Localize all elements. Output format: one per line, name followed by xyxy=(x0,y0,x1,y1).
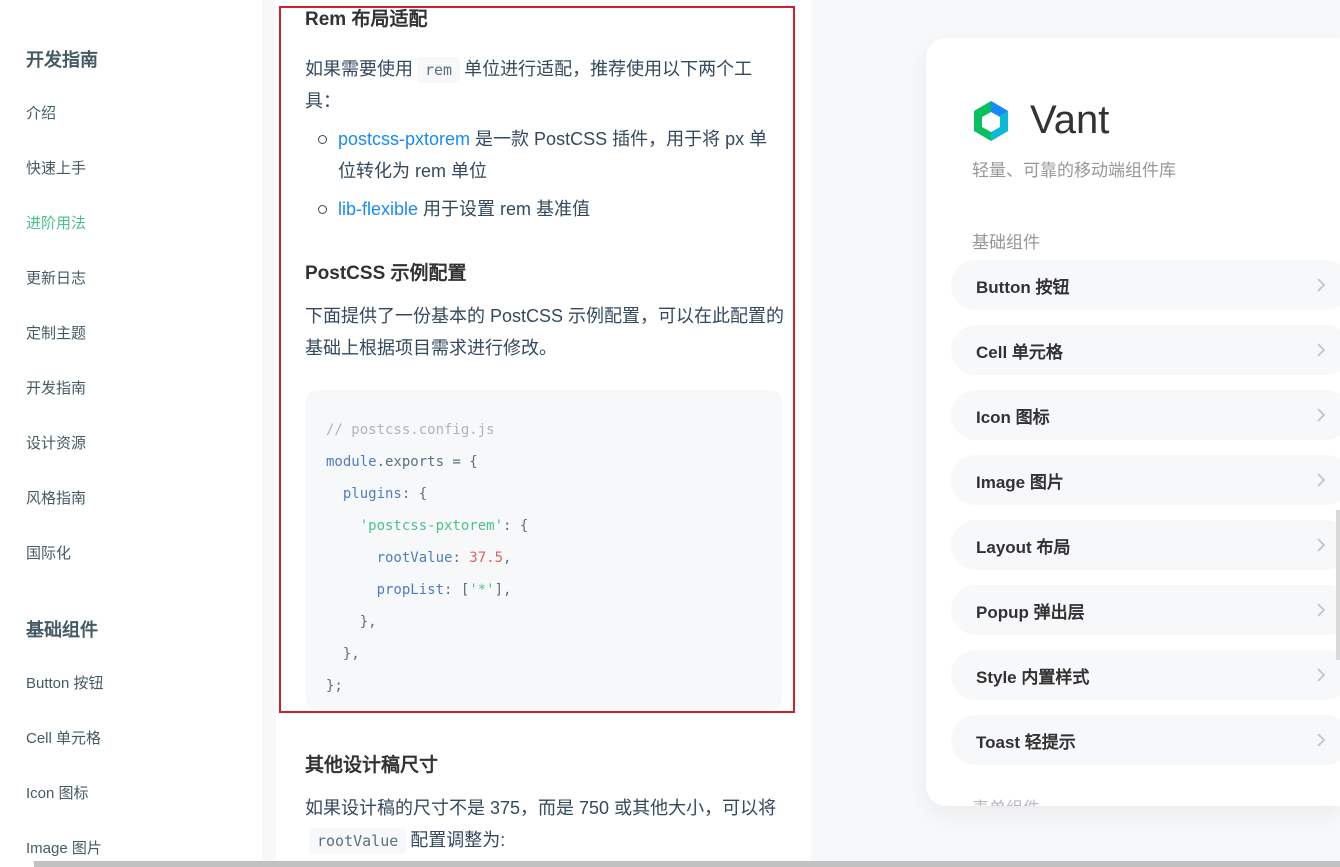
brand-header: Vant xyxy=(972,98,1109,143)
code-token: 37.5 xyxy=(469,550,504,566)
code-token: }, xyxy=(359,614,377,630)
chevron-right-icon xyxy=(1317,538,1326,552)
heading-other-sizes: 其他设计稿尺寸 xyxy=(305,755,439,776)
heading-postcss-config: PostCSS 示例配置 xyxy=(305,263,467,284)
chevron-right-icon xyxy=(1317,603,1326,617)
nav-item-intro[interactable]: 介绍 xyxy=(26,102,56,123)
text: 用于设置 rem 基准值 xyxy=(418,199,591,219)
paragraph-postcss-desc: 下面提供了一份基本的 PostCSS 示例配置，可以在此配置的基础上根据项目需求… xyxy=(305,306,785,358)
sim-item-layout[interactable]: Layout 布局 xyxy=(951,520,1340,570)
sim-item-label: Popup 弹出层 xyxy=(976,602,1085,622)
mobile-simulator: Vant 轻量、可靠的移动端组件库 基础组件 Button 按钮 Cell 单元… xyxy=(926,38,1340,806)
nav-item-icon[interactable]: Icon 图标 xyxy=(26,782,89,803)
code-token: : [ xyxy=(444,582,470,598)
sim-item-label: Icon 图标 xyxy=(976,407,1050,427)
code-token: module xyxy=(326,454,377,470)
nav-group-dev-guide: 开发指南 xyxy=(26,50,98,70)
code-token: rootValue xyxy=(376,550,453,566)
nav-item-theme[interactable]: 定制主题 xyxy=(26,322,86,343)
sim-item-style[interactable]: Style 内置样式 xyxy=(951,650,1340,700)
nav-item-button[interactable]: Button 按钮 xyxy=(26,672,104,693)
code-token: .exports = { xyxy=(376,454,478,470)
inline-code-rem: rem xyxy=(417,57,461,83)
sim-item-icon[interactable]: Icon 图标 xyxy=(951,390,1340,440)
nav-item-style-guide[interactable]: 风格指南 xyxy=(26,487,86,508)
sim-item-label: Toast 轻提示 xyxy=(976,732,1076,752)
link-lib-flexible[interactable]: lib-flexible xyxy=(338,199,418,219)
paragraph-rem-intro: 如果需要使用 rem 单位进行适配，推荐使用以下两个工具： xyxy=(305,53,785,117)
tool-list: postcss-pxtorem 是一款 PostCSS 插件，用于将 px 单位… xyxy=(318,123,778,231)
code-token: ], xyxy=(494,582,512,598)
sim-next-group-title: 表单组件 xyxy=(972,794,1040,806)
sim-item-cell[interactable]: Cell 单元格 xyxy=(951,325,1340,375)
link-postcss-pxtorem[interactable]: postcss-pxtorem xyxy=(338,129,470,149)
nav-item-contribution[interactable]: 开发指南 xyxy=(26,377,86,398)
vant-logo-icon xyxy=(974,100,1008,141)
nav-item-cell[interactable]: Cell 单元格 xyxy=(26,727,101,748)
sim-item-button[interactable]: Button 按钮 xyxy=(951,260,1340,310)
doc-content: Rem 布局适配 如果需要使用 rem 单位进行适配，推荐使用以下两个工具： pos… xyxy=(276,0,811,867)
chevron-right-icon xyxy=(1317,408,1326,422)
list-item: postcss-pxtorem 是一款 PostCSS 插件，用于将 px 单位… xyxy=(318,123,778,187)
code-token: 'postcss-pxtorem' xyxy=(359,518,504,534)
sim-item-image[interactable]: Image 图片 xyxy=(951,455,1340,505)
list-item: lib-flexible 用于设置 rem 基准值 xyxy=(318,193,778,225)
code-comment: // postcss.config.js xyxy=(326,422,495,438)
chevron-right-icon xyxy=(1317,733,1326,747)
nav-item-image[interactable]: Image 图片 xyxy=(26,837,102,858)
nav-item-design-resources[interactable]: 设计资源 xyxy=(26,432,86,453)
left-sidebar: 开发指南 介绍 快速上手 进阶用法 更新日志 定制主题 开发指南 设计资源 风格… xyxy=(0,0,262,867)
sim-item-label: Cell 单元格 xyxy=(976,342,1063,362)
code-token: plugins xyxy=(342,486,402,502)
sim-item-toast[interactable]: Toast 轻提示 xyxy=(951,715,1340,765)
text: 如果设计稿的尺寸不是 375，而是 750 或其他大小，可以将 xyxy=(305,798,777,818)
code-token: propList xyxy=(376,582,445,598)
nav-item-i18n[interactable]: 国际化 xyxy=(26,542,71,563)
paragraph-other-sizes: 如果设计稿的尺寸不是 375，而是 750 或其他大小，可以将 rootValue… xyxy=(305,792,785,856)
nav-item-changelog[interactable]: 更新日志 xyxy=(26,267,86,288)
chevron-right-icon xyxy=(1317,278,1326,292)
nav-item-quickstart[interactable]: 快速上手 xyxy=(26,157,86,178)
sim-group-title: 基础组件 xyxy=(972,233,1040,252)
sim-item-label: Button 按钮 xyxy=(976,277,1070,297)
nav-item-advanced-usage[interactable]: 进阶用法 xyxy=(26,212,86,233)
chevron-right-icon xyxy=(1317,473,1326,487)
code-token: : { xyxy=(503,518,529,534)
sim-item-label: Image 图片 xyxy=(976,472,1064,492)
sim-item-popup[interactable]: Popup 弹出层 xyxy=(951,585,1340,635)
brand-name: Vant xyxy=(1030,98,1110,142)
text: 配置调整为: xyxy=(410,830,506,850)
text: 如果需要使用 xyxy=(305,59,413,79)
code-token: : { xyxy=(401,486,428,502)
heading-rem-layout: Rem 布局适配 xyxy=(305,9,428,30)
code-token: }, xyxy=(342,646,360,662)
inline-code-rootvalue: rootValue xyxy=(309,828,407,854)
code-block-postcss-config: // postcss.config.js module.exports = { … xyxy=(306,390,782,710)
code-token: }; xyxy=(326,678,343,694)
sim-item-label: Layout 布局 xyxy=(976,537,1071,557)
nav-group-basic-components: 基础组件 xyxy=(26,620,98,640)
code-token: '*' xyxy=(469,582,495,598)
vertical-scrollbar[interactable] xyxy=(1336,510,1340,660)
horizontal-scrollbar[interactable] xyxy=(34,861,1340,867)
chevron-right-icon xyxy=(1317,343,1326,357)
brand-tagline: 轻量、可靠的移动端组件库 xyxy=(972,161,1176,180)
sim-item-label: Style 内置样式 xyxy=(976,667,1090,687)
chevron-right-icon xyxy=(1317,668,1326,682)
